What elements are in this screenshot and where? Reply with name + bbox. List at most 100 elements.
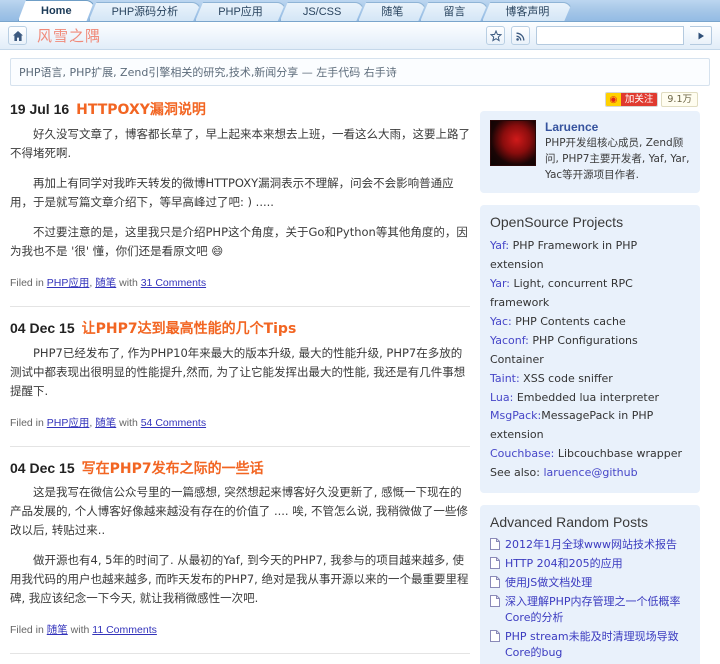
post-paragraph: 好久没写文章了，博客都长草了，早上起来本来想去上班，一看这么大雨，这要上路了不得… (10, 126, 470, 160)
project-description: PHP Framework in PHP extension (490, 239, 638, 272)
search-submit-button[interactable] (690, 26, 712, 45)
random-post-item[interactable]: 使用JS做文档处理 (490, 575, 690, 591)
post-list: 19 Jul 16 HTTPOXY漏洞说明好久没写文章了，博客都长草了，早上起来本… (10, 92, 470, 664)
opensource-project-item[interactable]: Yaconf: PHP Configurations Container (490, 332, 690, 370)
site-tagline: PHP语言, PHP扩展, Zend引擎相关的研究,技术,新闻分享 — 左手代码… (10, 58, 710, 86)
random-post-item[interactable]: 2012年1月全球www网站技术报告 (490, 537, 690, 553)
browser-tab-bar: Home PHP源码分析 PHP应用 JS/CSS 随笔 留言 博客声明 (0, 0, 720, 22)
post-category-link[interactable]: 随笔 (47, 624, 68, 636)
document-icon (490, 557, 500, 572)
project-name: MsgPack: (490, 409, 542, 423)
post-body: 这是我写在微信公众号里的一篇感想, 突然想起来博客好久没更新了, 感慨一下现在的… (10, 483, 470, 608)
home-icon[interactable] (8, 26, 27, 45)
post-paragraph: 这是我写在微信公众号里的一篇感想, 突然想起来博客好久没更新了, 感慨一下现在的… (10, 485, 468, 538)
browser-tab-0[interactable]: Home (18, 0, 95, 21)
opensource-project-item[interactable]: Yar: Light, concurrent RPC framework (490, 275, 690, 313)
document-icon (490, 595, 500, 610)
random-post-item[interactable]: 深入理解PHP内存管理之一个低概率Core的分析 (490, 594, 690, 626)
sidebar: ◉ 加关注 9.1万 Laruence PHP开发组核心成员, Zend顾问, … (480, 92, 700, 664)
weibo-follower-count[interactable]: 9.1万 (661, 92, 698, 107)
post-body: 好久没写文章了，博客都长草了，早上起来本来想去上班，一看这么大雨，这要上路了不得… (10, 125, 470, 261)
post-category-link[interactable]: PHP应用 (47, 417, 90, 429)
project-name: Yar: (490, 277, 510, 291)
opensource-project-item[interactable]: Lua: Embedded lua interpreter (490, 389, 690, 408)
profile-name: Laruence (545, 120, 599, 134)
random-post-link[interactable]: 2012年1月全球www网站技术报告 (505, 537, 677, 553)
opensource-projects-title: OpenSource Projects (490, 214, 624, 231)
random-post-list: 2012年1月全球www网站技术报告 HTTP 204和205的应用 使用JS做文档… (490, 537, 690, 661)
random-posts-title: Advanced Random Posts (490, 514, 648, 531)
profile-description: PHP开发组核心成员, Zend顾问, PHP7主要开发者, Yaf, Yar,… (545, 137, 690, 181)
opensource-project-item[interactable]: Yac: PHP Contents cache (490, 313, 690, 332)
page-layout: 19 Jul 16 HTTPOXY漏洞说明好久没写文章了，博客都长草了，早上起来本… (0, 86, 720, 664)
author-profile-card: Laruence PHP开发组核心成员, Zend顾问, PHP7主要开发者, … (480, 111, 700, 194)
post-category-link[interactable]: PHP应用 (47, 277, 90, 289)
post-paragraph: 再加上有同学对我昨天转发的微博HTTPOXY漏洞表示不理解，问会不会影响普通应用… (10, 175, 454, 209)
weibo-eye-icon: ◉ (605, 93, 621, 106)
post-date: 19 Jul 16 (10, 101, 70, 117)
browser-tab-3[interactable]: JS/CSS (280, 2, 365, 21)
browser-tab-4[interactable]: 随笔 (358, 2, 426, 21)
project-name: Yaf: (490, 239, 510, 253)
post-date: 04 Dec 15 (10, 319, 75, 336)
weibo-follow-button[interactable]: ◉ 加关注 (604, 92, 659, 107)
browser-tab-5[interactable]: 留言 (420, 2, 488, 21)
post-paragraph: 做开源也有4, 5年的时间了. 从最初的Yaf, 到今天的PHP7, 我参与的项… (10, 553, 469, 606)
project-description: XSS code sniffer (519, 371, 613, 385)
post-paragraph: 不过要注意的是，这里我只是介绍PHP这个角度，关于Go和Python等其他角度的… (10, 224, 468, 258)
post-date: 04 Dec 15 (10, 459, 75, 476)
post-header: 04 Dec 15 写在PHP7发布之际的一些话 (10, 459, 470, 479)
opensource-project-item[interactable]: Yaf: PHP Framework in PHP extension (490, 237, 690, 275)
random-post-item[interactable]: HTTP 204和205的应用 (490, 556, 690, 572)
random-post-link[interactable]: PHP stream未能及时清理现场导致Core的bug (505, 629, 690, 661)
random-post-link[interactable]: HTTP 204和205的应用 (505, 556, 623, 572)
profile-text: Laruence PHP开发组核心成员, Zend顾问, PHP7主要开发者, … (545, 120, 690, 183)
project-name: Taint: (490, 371, 520, 385)
opensource-project-item[interactable]: MsgPack:MessagePack in PHP extension (490, 407, 690, 445)
random-post-item[interactable]: PHP stream未能及时清理现场导致Core的bug (490, 629, 690, 661)
post-category-link[interactable]: 随笔 (95, 277, 116, 289)
post-header: 04 Dec 15 让PHP7达到最高性能的几个Tips (10, 319, 470, 339)
project-name: Yac: (490, 314, 512, 328)
post-title-link[interactable]: HTTPOXY漏洞说明 (76, 102, 206, 118)
post-comments-link[interactable]: 54 Comments (141, 417, 206, 429)
star-icon[interactable] (486, 26, 505, 45)
post-comments-link[interactable]: 11 Comments (92, 624, 157, 636)
post-meta: Filed in PHP应用, 随笔 with 54 Comments (10, 416, 207, 429)
post-paragraph: PHP7已经发布了, 作为PHP10年来最大的版本升级, 最大的性能升级, PH… (10, 345, 466, 398)
see-also-label: See also: (490, 466, 544, 480)
opensource-project-item[interactable]: Taint: XSS code sniffer (490, 370, 690, 389)
search-input[interactable] (536, 26, 684, 45)
post-header: 19 Jul 16 HTTPOXY漏洞说明 (10, 100, 470, 120)
project-description: Libcouchbase wrapper (554, 447, 683, 461)
post-body: PHP7已经发布了, 作为PHP10年来最大的版本升级, 最大的性能升级, PH… (10, 344, 470, 401)
random-post-link[interactable]: 使用JS做文档处理 (505, 575, 592, 591)
document-icon (490, 538, 500, 553)
browser-tab-2[interactable]: PHP应用 (195, 2, 286, 21)
random-post-link[interactable]: 深入理解PHP内存管理之一个低概率Core的分析 (505, 594, 690, 626)
weibo-widget: ◉ 加关注 9.1万 (480, 92, 700, 107)
post-comments-link[interactable]: 31 Comments (141, 277, 206, 289)
project-description: PHP Contents cache (511, 314, 626, 328)
project-name: Lua: (490, 390, 514, 404)
post-meta: Filed in 随笔 with 11 Comments (10, 624, 157, 637)
post-title-link[interactable]: 让PHP7达到最高性能的几个Tips (82, 321, 297, 337)
post-item: 02 Oct 15让你的PHP7更快之HugepagePHP7刚刚发布了RC4,… (10, 653, 470, 664)
github-link[interactable]: laruence@github (543, 466, 637, 479)
weibo-follow-label: 加关注 (620, 93, 658, 106)
rss-icon[interactable] (511, 26, 530, 45)
browser-tab-1[interactable]: PHP源码分析 (89, 2, 202, 21)
post-title-link[interactable]: 写在PHP7发布之际的一些话 (82, 461, 264, 477)
post-item: 04 Dec 15 写在PHP7发布之际的一些话这是我写在微信公众号里的一篇感想,… (10, 445, 470, 642)
project-name: Couchbase: (490, 447, 555, 461)
post-item: 19 Jul 16 HTTPOXY漏洞说明好久没写文章了，博客都长草了，早上起来本… (10, 92, 470, 294)
see-also-row: See also: laruence@github (490, 464, 690, 483)
project-description: Embedded lua interpreter (513, 390, 660, 404)
post-category-link[interactable]: 随笔 (95, 417, 116, 429)
browser-tab-6[interactable]: 博客声明 (482, 2, 572, 21)
page-title: 风雪之隅 (37, 27, 102, 45)
opensource-project-item[interactable]: Couchbase: Libcouchbase wrapper (490, 445, 690, 464)
opensource-projects-box: OpenSource Projects Yaf: PHP Framework i… (480, 205, 700, 494)
document-icon (490, 629, 500, 645)
avatar (490, 120, 536, 166)
